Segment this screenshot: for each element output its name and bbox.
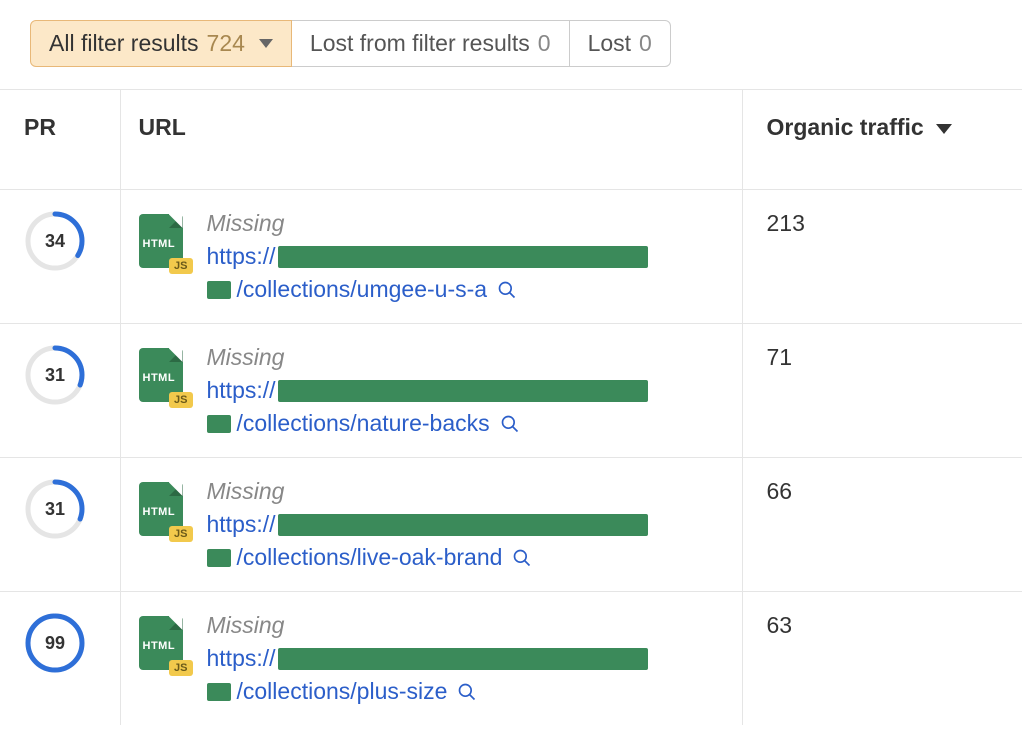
url-link[interactable]: https:// [207, 243, 276, 270]
table-row: 31 HTML JS Missing https:// [0, 324, 1022, 458]
filter-tabs: All filter results 724 Lost from filter … [30, 20, 1022, 67]
column-label: PR [24, 114, 56, 140]
traffic-value: 66 [767, 478, 793, 504]
redacted-prefix [207, 683, 231, 701]
url-path-line: /collections/plus-size [207, 678, 648, 705]
traffic-cell: 213 [742, 190, 1022, 324]
pr-value: 31 [24, 344, 86, 406]
pr-ring: 34 [24, 210, 86, 272]
traffic-cell: 71 [742, 324, 1022, 458]
redacted-prefix [207, 549, 231, 567]
column-header-traffic[interactable]: Organic traffic [742, 90, 1022, 190]
redacted-domain [278, 648, 648, 670]
traffic-value: 63 [767, 612, 793, 638]
html-file-icon: HTML JS [139, 616, 189, 674]
url-cell: HTML JS Missing https:// /collections/um… [120, 190, 742, 324]
url-domain-line: https:// [207, 645, 648, 672]
url-path-line: /collections/umgee-u-s-a [207, 276, 648, 303]
chevron-down-icon [259, 39, 273, 48]
pr-value: 34 [24, 210, 86, 272]
url-link[interactable]: https:// [207, 645, 276, 672]
js-badge: JS [169, 526, 192, 542]
url-domain-line: https:// [207, 511, 648, 538]
redacted-prefix [207, 281, 231, 299]
url-cell: HTML JS Missing https:// /collections/li… [120, 458, 742, 592]
pr-ring: 31 [24, 478, 86, 540]
table-row: 34 HTML JS Missing https:// [0, 190, 1022, 324]
redacted-prefix [207, 415, 231, 433]
table-row: 99 HTML JS Missing https:// [0, 592, 1022, 726]
traffic-cell: 66 [742, 458, 1022, 592]
tab-count: 724 [207, 30, 245, 57]
column-header-pr[interactable]: PR [0, 90, 120, 190]
traffic-value: 71 [767, 344, 793, 370]
tab-count: 0 [639, 30, 652, 57]
pr-value: 31 [24, 478, 86, 540]
url-cell: HTML JS Missing https:// /collections/na… [120, 324, 742, 458]
url-path-link[interactable]: /collections/umgee-u-s-a [237, 276, 488, 303]
pr-cell: 99 [0, 592, 120, 726]
url-path-link[interactable]: /collections/plus-size [237, 678, 448, 705]
status-label: Missing [207, 210, 648, 237]
js-badge: JS [169, 660, 192, 676]
tab-label: Lost [588, 30, 631, 57]
traffic-cell: 63 [742, 592, 1022, 726]
file-type-label: HTML [143, 372, 176, 384]
sort-desc-icon [936, 124, 952, 134]
pr-cell: 31 [0, 324, 120, 458]
status-label: Missing [207, 478, 648, 505]
html-file-icon: HTML JS [139, 482, 189, 540]
redacted-domain [278, 514, 648, 536]
search-icon[interactable] [512, 548, 532, 568]
tab-all-filter-results[interactable]: All filter results 724 [30, 20, 292, 67]
url-path-link[interactable]: /collections/live-oak-brand [237, 544, 503, 571]
url-path-line: /collections/nature-backs [207, 410, 648, 437]
tab-label: Lost from filter results [310, 30, 530, 57]
search-icon[interactable] [497, 280, 517, 300]
html-file-icon: HTML JS [139, 214, 189, 272]
pr-cell: 34 [0, 190, 120, 324]
column-label: URL [139, 114, 186, 140]
tab-count: 0 [538, 30, 551, 57]
js-badge: JS [169, 258, 192, 274]
search-icon[interactable] [500, 414, 520, 434]
url-path-link[interactable]: /collections/nature-backs [237, 410, 490, 437]
pr-ring: 31 [24, 344, 86, 406]
js-badge: JS [169, 392, 192, 408]
file-type-label: HTML [143, 506, 176, 518]
tab-lost-from-filter[interactable]: Lost from filter results 0 [292, 20, 570, 67]
url-domain-line: https:// [207, 377, 648, 404]
results-table: PR URL Organic traffic 34 [0, 89, 1022, 725]
status-label: Missing [207, 612, 648, 639]
tab-lost[interactable]: Lost 0 [570, 20, 671, 67]
url-link[interactable]: https:// [207, 377, 276, 404]
redacted-domain [278, 380, 648, 402]
pr-ring: 99 [24, 612, 86, 674]
url-path-line: /collections/live-oak-brand [207, 544, 648, 571]
status-label: Missing [207, 344, 648, 371]
column-header-url[interactable]: URL [120, 90, 742, 190]
search-icon[interactable] [457, 682, 477, 702]
pr-cell: 31 [0, 458, 120, 592]
table-row: 31 HTML JS Missing https:// [0, 458, 1022, 592]
file-type-label: HTML [143, 640, 176, 652]
url-cell: HTML JS Missing https:// /collections/pl… [120, 592, 742, 726]
pr-value: 99 [24, 612, 86, 674]
html-file-icon: HTML JS [139, 348, 189, 406]
url-link[interactable]: https:// [207, 511, 276, 538]
traffic-value: 213 [767, 210, 805, 236]
column-label: Organic traffic [767, 114, 924, 140]
file-type-label: HTML [143, 238, 176, 250]
tab-label: All filter results [49, 30, 199, 57]
redacted-domain [278, 246, 648, 268]
url-domain-line: https:// [207, 243, 648, 270]
